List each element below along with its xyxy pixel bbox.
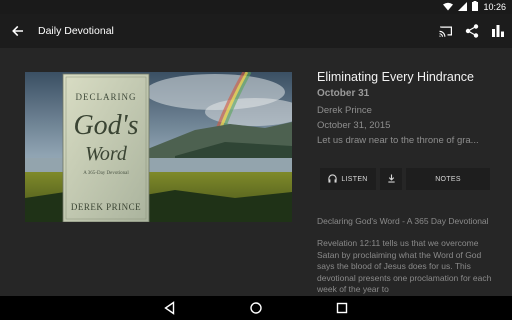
back-arrow-icon[interactable] <box>10 23 26 39</box>
book-title-line-3: Word <box>85 143 128 165</box>
book-subtitle: A 365-Day Devotional <box>83 171 129 176</box>
page-title: Daily Devotional <box>38 25 114 37</box>
devotional-content: DECLARING God's Word A 365-Day Devotiona… <box>0 48 512 296</box>
devotional-author: Derek Prince <box>317 105 372 116</box>
headphones-icon <box>328 173 337 185</box>
listen-button[interactable]: LISTEN <box>320 168 376 190</box>
devotional-heading: Eliminating Every Hindrance <box>317 70 475 84</box>
app-bar: Daily Devotional <box>0 14 512 48</box>
book-author: DEREK PRINCE <box>71 202 141 212</box>
book-cover: DECLARING God's Word A 365-Day Devotiona… <box>62 73 150 222</box>
book-title: Declaring God's Word - A 365 Day Devotio… <box>317 216 489 226</box>
devotional-preview: Let us draw near to the throne of gra... <box>317 135 479 146</box>
notes-button[interactable]: NOTES <box>406 168 490 190</box>
action-buttons: LISTEN NOTES <box>320 168 490 190</box>
navigation-bar <box>0 296 512 320</box>
devotional-date: October 31 <box>317 88 370 99</box>
devotional-meta: Eliminating Every Hindrance October 31 D… <box>317 70 497 146</box>
status-time: 10:26 <box>483 2 506 12</box>
cast-icon[interactable] <box>438 23 454 39</box>
share-icon[interactable] <box>464 23 480 39</box>
status-bar: 10:26 <box>0 0 512 14</box>
nav-recents-icon[interactable] <box>334 300 350 316</box>
book-title-line-2: God's <box>73 110 138 141</box>
cover-image: DECLARING God's Word A 365-Day Devotiona… <box>25 72 292 222</box>
listen-label: LISTEN <box>341 175 368 183</box>
bar-chart-icon[interactable] <box>490 23 506 39</box>
book-description: Revelation 12:11 tells us that we overco… <box>317 238 492 294</box>
devotional-full-date: October 31, 2015 <box>317 120 391 131</box>
download-button[interactable] <box>380 168 402 190</box>
download-icon <box>387 173 396 185</box>
nav-home-icon[interactable] <box>248 300 264 316</box>
book-title-line-1: DECLARING <box>76 92 137 102</box>
nav-back-icon[interactable] <box>162 300 178 316</box>
